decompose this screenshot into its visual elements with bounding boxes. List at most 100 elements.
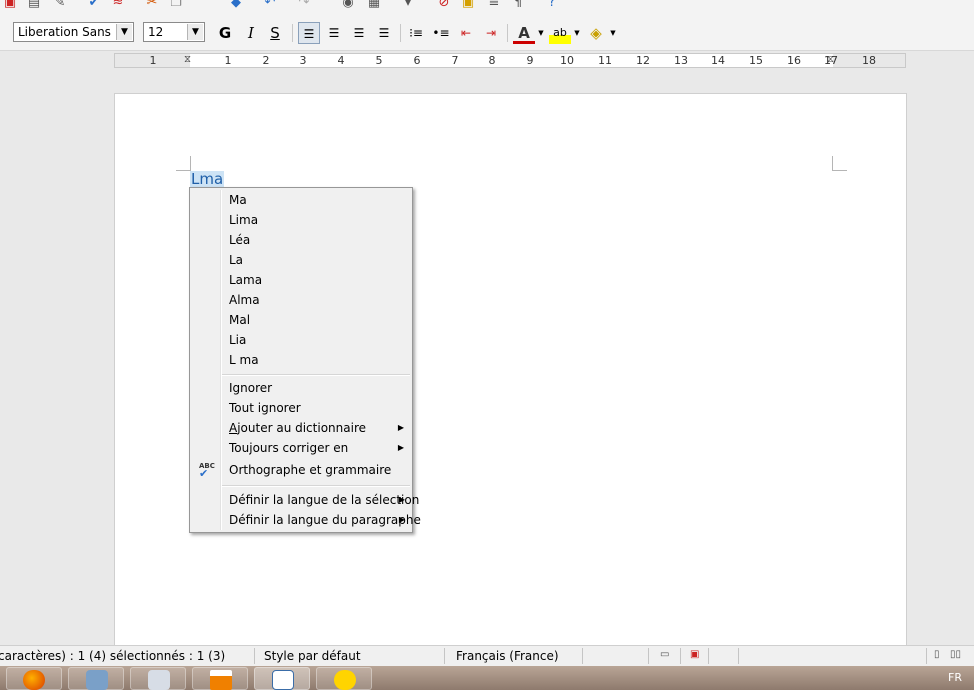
justify-button[interactable]: ☰ — [373, 22, 395, 44]
horizontal-ruler[interactable]: ⧖ ⧖ 1 1 2 3 4 5 6 7 8 9 10 11 12 13 14 1… — [114, 53, 906, 68]
align-center-button[interactable]: ☰ — [323, 22, 345, 44]
submenu-arrow-icon: ▶ — [397, 423, 404, 432]
status-divider — [444, 648, 445, 664]
always-correct-menu-item[interactable]: Toujours corriger en — [229, 438, 348, 458]
ruler-number: 9 — [526, 54, 534, 67]
ruler-number: 1 — [149, 54, 157, 67]
increase-indent-button[interactable]: ⇥ — [480, 22, 502, 44]
add-to-dictionary-menu-item[interactable]: Ajouter au dictionnaire — [229, 418, 407, 438]
status-bar: caractères) : 1 (4) sélectionnés : 1 (3)… — [0, 645, 974, 667]
italic-button[interactable]: I — [240, 22, 262, 44]
gallery-icon[interactable]: ▣ — [460, 0, 476, 11]
left-indent-marker[interactable]: ⧖ — [184, 53, 191, 67]
bold-button[interactable]: G — [214, 22, 236, 44]
single-page-view-icon[interactable]: ▯ — [934, 649, 940, 660]
data-sources-icon[interactable]: ≡ — [486, 0, 502, 11]
chevron-down-icon[interactable]: ▼ — [537, 22, 545, 44]
toolbar-separator — [400, 24, 401, 42]
chevron-down-icon[interactable]: ▼ — [116, 24, 132, 40]
dropdown-icon[interactable]: ▾ — [400, 0, 416, 11]
ignore-all-menu-item[interactable]: Tout ignorer — [229, 398, 301, 418]
font-color-icon[interactable]: A — [513, 22, 535, 44]
formatting-marks-icon[interactable]: ¶ — [510, 0, 526, 11]
chevron-down-icon[interactable]: ▼ — [573, 22, 581, 44]
numbering-button[interactable]: ⁝≡ — [405, 22, 427, 44]
ruler-number: 18 — [862, 54, 876, 67]
font-name-value[interactable]: Liberation Sans — [18, 25, 111, 39]
suggestion-item[interactable]: Lama — [229, 270, 262, 290]
insert-mode-icon[interactable]: ▭ — [660, 649, 669, 660]
taskbar-writer[interactable] — [254, 667, 310, 690]
help-icon[interactable]: ? — [544, 0, 560, 11]
spellcheck-context-menu: Ma Lima Léa La Lama Alma Mal Lia L ma Ig… — [189, 187, 421, 533]
text-boundary-corner — [176, 156, 191, 171]
spellcheck-icon[interactable]: ✔ — [86, 0, 102, 11]
multi-page-view-icon[interactable]: ▯▯ — [950, 649, 961, 660]
selected-misspelled-word[interactable]: Lma — [190, 171, 225, 188]
suggestion-item[interactable]: Lia — [229, 330, 246, 350]
suggestion-item[interactable]: L ma — [229, 350, 259, 370]
ruler-number: 15 — [749, 54, 763, 67]
formatting-toolbar: Liberation Sans ▼ 12 ▼ G I S ☰ ☰ ☰ ☰ ⁝≡ … — [0, 14, 974, 51]
suggestion-item[interactable]: Lima — [229, 210, 258, 230]
copy-icon[interactable]: ❐ — [168, 0, 184, 11]
background-color-icon[interactable]: ◈ — [585, 22, 607, 44]
ruler-number: 8 — [488, 54, 496, 67]
word-count-status[interactable]: caractères) : 1 (4) sélectionnés : 1 (3) — [0, 649, 225, 663]
suggestion-item[interactable]: Léa — [229, 230, 250, 250]
print-preview-icon[interactable]: ✎ — [52, 0, 68, 11]
suggestion-item[interactable]: Mal — [229, 310, 250, 330]
font-size-combo[interactable]: 12 ▼ — [143, 22, 205, 42]
toolbar-separator — [507, 24, 508, 42]
font-name-combo[interactable]: Liberation Sans ▼ — [13, 22, 134, 42]
status-divider — [680, 648, 681, 664]
chevron-down-icon[interactable]: ▼ — [609, 22, 617, 44]
taskbar-app-2[interactable] — [68, 667, 124, 690]
menu-separator — [222, 374, 410, 376]
underline-button[interactable]: S — [264, 22, 286, 44]
suggestion-item[interactable]: Alma — [229, 290, 260, 310]
show-draw-functions-icon[interactable]: ⊘ — [436, 0, 452, 11]
document-modified-icon[interactable]: ▣ — [690, 649, 699, 660]
language-status[interactable]: Français (France) — [456, 649, 559, 663]
ignore-menu-item[interactable]: Ignorer — [229, 378, 272, 398]
status-divider — [582, 648, 583, 664]
print-icon[interactable]: ▤ — [26, 0, 42, 11]
app-icon — [148, 670, 170, 690]
chevron-down-icon[interactable]: ▼ — [187, 24, 203, 40]
cut-icon[interactable]: ✂ — [144, 0, 160, 11]
navigator-icon[interactable]: ◉ — [340, 0, 356, 11]
bullets-button[interactable]: •≡ — [430, 22, 452, 44]
vlc-icon — [210, 670, 232, 690]
submenu-arrow-icon: ▶ — [398, 515, 405, 524]
align-left-button[interactable]: ☰ — [298, 22, 320, 44]
suggestion-item[interactable]: Ma — [229, 190, 247, 210]
taskbar-app-6[interactable] — [316, 667, 372, 690]
writer-icon — [272, 670, 294, 690]
autospellcheck-icon[interactable]: ≈ — [110, 0, 126, 11]
align-right-button[interactable]: ☰ — [348, 22, 370, 44]
font-size-value[interactable]: 12 — [148, 25, 163, 39]
status-divider — [648, 648, 649, 664]
clone-formatting-icon[interactable]: ◆ — [228, 0, 244, 11]
app-icon — [334, 670, 356, 690]
set-selection-language-menu-item[interactable]: Définir la langue de la sélection — [229, 490, 419, 510]
decrease-indent-button[interactable]: ⇤ — [455, 22, 477, 44]
highlight-icon[interactable]: ab — [549, 22, 571, 44]
set-paragraph-language-menu-item[interactable]: Définir la langue du paragraphe — [229, 510, 421, 530]
input-language-indicator[interactable]: FR — [948, 671, 962, 684]
spelling-grammar-menu-item[interactable]: Orthographe et grammaire — [229, 460, 391, 480]
mnemonic-letter: A — [229, 421, 238, 435]
status-divider — [708, 648, 709, 664]
taskbar-vlc[interactable] — [192, 667, 248, 690]
suggestion-item[interactable]: La — [229, 250, 243, 270]
ruler-number: 12 — [636, 54, 650, 67]
taskbar-app-3[interactable] — [130, 667, 186, 690]
ruler-number: 1 — [224, 54, 232, 67]
table-icon[interactable]: ▦ — [366, 0, 382, 11]
export-pdf-icon[interactable]: ▣ — [2, 0, 18, 11]
page-style-status[interactable]: Style par défaut — [264, 649, 361, 663]
undo-icon[interactable]: ↶ — [262, 0, 278, 11]
redo-icon[interactable]: ↷ — [296, 0, 312, 11]
taskbar-firefox[interactable] — [6, 667, 62, 690]
